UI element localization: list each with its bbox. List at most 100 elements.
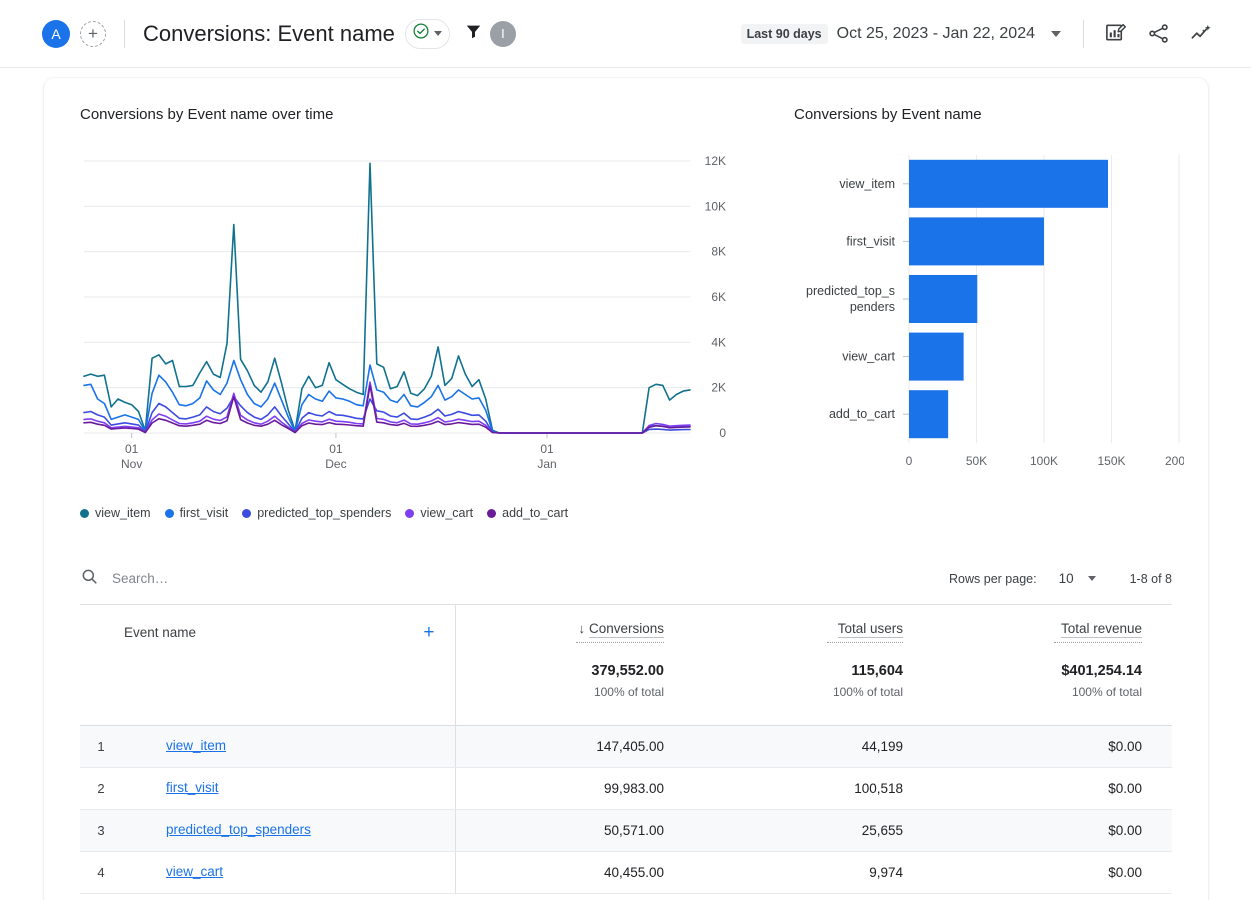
event-name-link[interactable]: view_cart [166,864,223,879]
user-avatar[interactable]: I [490,21,516,47]
legend-item[interactable]: first_visit [165,506,229,520]
row-name-cell: view_cart [122,851,455,893]
sort-arrow-icon: ↓ [578,621,585,636]
row-conversions: 40,455.00 [455,851,694,893]
row-conversions: 99,983.00 [455,767,694,809]
totals-cell: 115,604 100% of total [694,659,933,725]
chevron-down-icon[interactable] [1051,31,1061,37]
table-body: 1view_item147,405.0044,199$0.002first_vi… [80,725,1172,893]
svg-text:predicted_top_s: predicted_top_s [806,284,895,298]
page-title: Conversions: Event name [143,21,395,47]
add-circle-icon[interactable]: + [80,21,106,47]
edit-chart-icon[interactable] [1104,22,1127,45]
table-toolbar: Rows per page: 10 1-8 of 8 [80,553,1172,605]
row-conversions: 50,571.00 [455,809,694,851]
totals-value: 379,552.00 [456,663,695,679]
status-badge[interactable] [405,19,450,49]
event-name-link[interactable]: view_item [166,738,226,753]
header-dotted-rule [1054,642,1142,643]
rows-per-page-label: Rows per page: [949,572,1037,586]
dimension-header-cell: Event name + [80,605,455,659]
date-range-text[interactable]: Oct 25, 2023 - Jan 22, 2024 [837,25,1035,43]
bar-chart[interactable]: 050K100K150K200Kview_itemfirst_visitpred… [794,133,1184,503]
metric-header-cell[interactable]: ↓ Conversions [455,605,694,659]
svg-text:100K: 100K [1030,454,1058,468]
row-conversions: 147,405.00 [455,725,694,767]
legend-item[interactable]: view_item [80,506,151,520]
legend-color-dot [80,509,89,518]
row-rank: 1 [80,725,122,767]
line-chart[interactable]: 02K4K6K8K10K12K01Nov01Dec01Jan [80,133,740,483]
row-total-revenue: $0.00 [933,851,1172,893]
metric-header-label: Total users [838,621,903,638]
table-row[interactable]: 4view_cart40,455.009,974$0.00 [80,851,1172,893]
line-chart-panel: Conversions by Event name over time 02K4… [80,106,740,488]
header-dotted-rule [827,642,903,643]
account-avatar[interactable]: A [42,20,70,48]
search-input[interactable] [112,571,432,586]
svg-text:Nov: Nov [121,457,142,471]
legend-label: view_item [95,506,151,520]
row-total-users: 100,518 [694,767,933,809]
svg-text:150K: 150K [1097,454,1125,468]
check-circle-icon [412,22,430,45]
svg-text:01: 01 [329,442,343,456]
legend-label: view_cart [420,506,473,520]
svg-text:10K: 10K [705,199,726,213]
metric-header-label: Conversions [589,621,664,638]
legend-item[interactable]: predicted_top_spenders [242,506,391,520]
date-preset-chip[interactable]: Last 90 days [741,24,828,44]
chevron-down-icon[interactable] [1088,576,1096,581]
event-name-link[interactable]: first_visit [166,780,219,795]
top-bar-right: Last 90 days Oct 25, 2023 - Jan 22, 2024 [741,20,1251,48]
filter-funnel-icon[interactable] [464,22,483,46]
bar-chart-title: Conversions by Event name [794,106,1184,123]
svg-text:8K: 8K [711,245,726,259]
row-rank: 2 [80,767,122,809]
share-icon[interactable] [1147,22,1170,45]
divider [124,20,125,48]
dimension-header-label: Event name [124,625,196,640]
row-total-revenue: $0.00 [933,809,1172,851]
totals-dimension-cell [80,659,455,725]
event-name-link[interactable]: predicted_top_spenders [166,822,311,837]
svg-text:0: 0 [906,454,913,468]
row-rank: 3 [80,809,122,851]
metric-header-cell[interactable]: Total revenue [933,605,1172,659]
legend-label: first_visit [180,506,229,520]
svg-text:01: 01 [540,442,554,456]
insights-icon[interactable] [1190,22,1213,45]
table-row[interactable]: 3predicted_top_spenders50,571.0025,655$0… [80,809,1172,851]
totals-cell: 379,552.00 100% of total [455,659,694,725]
chevron-down-icon [434,31,442,36]
bar-chart-panel: Conversions by Event name 050K100K150K20… [794,106,1184,508]
totals-cell: $401,254.14 100% of total [933,659,1172,725]
table-row[interactable]: 2first_visit99,983.00100,518$0.00 [80,767,1172,809]
legend-item[interactable]: add_to_cart [487,506,568,520]
svg-text:4K: 4K [711,335,726,349]
row-name-cell: predicted_top_spenders [122,809,455,851]
metric-header-cell[interactable]: Total users [694,605,933,659]
svg-text:6K: 6K [711,290,726,304]
legend-item[interactable]: view_cart [405,506,473,520]
legend-color-dot [487,509,496,518]
search-icon [80,567,99,591]
svg-text:penders: penders [850,300,895,314]
line-chart-title: Conversions by Event name over time [80,106,740,123]
plus-icon[interactable]: + [423,623,434,642]
rows-per-page-value[interactable]: 10 [1059,571,1074,586]
totals-subtext: 100% of total [456,685,695,699]
svg-text:first_visit: first_visit [846,234,895,248]
legend-label: predicted_top_spenders [257,506,391,520]
svg-text:200K: 200K [1165,454,1184,468]
table-head: Event name + ↓ Conversions Total users [80,605,1172,725]
line-chart-legend: view_item first_visit predicted_top_spen… [80,506,568,520]
svg-text:0: 0 [719,426,726,440]
row-name-cell: first_visit [122,767,455,809]
legend-color-dot [405,509,414,518]
table-row[interactable]: 1view_item147,405.0044,199$0.00 [80,725,1172,767]
totals-value: 115,604 [694,663,933,679]
data-table: Event name + ↓ Conversions Total users [80,605,1172,894]
svg-text:view_item: view_item [839,177,895,191]
report-card: Conversions by Event name over time 02K4… [44,78,1208,900]
